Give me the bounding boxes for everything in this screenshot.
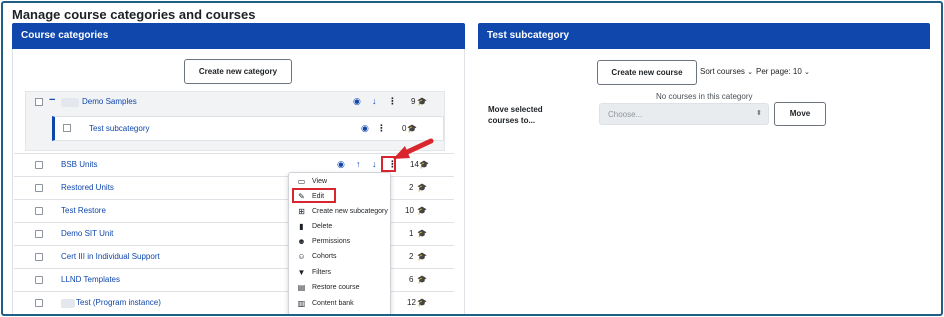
menu-item-content-bank[interactable]: ▥ Content bank (289, 297, 392, 312)
category-checkbox[interactable] (35, 161, 43, 169)
empty-courses-message: No courses in this category (656, 92, 753, 101)
edit-highlight-box (292, 188, 336, 203)
graduation-cap-icon: 🎓 (417, 229, 427, 238)
menu-item-label: Content bank (312, 300, 354, 307)
move-label-line: courses to... (488, 116, 536, 125)
move-button[interactable]: Move (774, 102, 826, 126)
menu-item-cohorts[interactable]: ☺ Cohorts (289, 250, 392, 265)
category-checkbox[interactable] (35, 184, 43, 192)
menu-item-label: Delete (312, 223, 333, 230)
menu-item-label: Create new subcategory (312, 208, 388, 215)
course-count: 1 (409, 229, 414, 238)
category-checkbox[interactable] (35, 276, 43, 284)
move-courses-label: Move selected courses to... (488, 104, 543, 126)
create-new-course-button[interactable]: Create new course (597, 60, 697, 85)
graduation-cap-icon: 🎓 (417, 252, 427, 261)
course-count: 6 (409, 275, 414, 284)
create-new-category-button[interactable]: Create new category (184, 59, 292, 84)
course-count: 9 (411, 97, 416, 106)
graduation-cap-icon: 🎓 (417, 183, 427, 192)
menu-item-filters[interactable]: ▼ Filters (289, 266, 392, 281)
category-checkbox[interactable] (35, 230, 43, 238)
category-checkbox[interactable] (35, 207, 43, 215)
sitemap-icon: ⊞ (298, 207, 305, 216)
course-categories-header: Course categories (12, 23, 465, 49)
sort-courses-dropdown[interactable]: Sort courses ⌄ (700, 67, 753, 76)
menu-item-label: Filters (312, 269, 332, 276)
kebab-menu-icon[interactable]: ⋮ (377, 123, 386, 134)
category-row-test-subcategory[interactable]: Test subcategory ◉ ⋮ 0 🎓 (52, 116, 444, 141)
category-checkbox[interactable] (63, 124, 71, 132)
category-row-demo-samples[interactable]: − Demo Samples ◉ ↓ ⋮ 9 🎓 (25, 91, 445, 114)
sort-courses-label: Sort courses (700, 67, 745, 76)
trash-icon: ▮ (299, 222, 304, 231)
graduation-cap-icon: 🎓 (417, 275, 427, 284)
per-page-dropdown[interactable]: Per page: 10 ⌄ (756, 67, 810, 76)
category-name[interactable]: Test subcategory (89, 124, 149, 133)
graduation-cap-icon: 🎓 (417, 97, 427, 106)
chevron-updown-icon: ⬍ (756, 110, 762, 117)
menu-item-permissions[interactable]: ☻ Permissions (289, 235, 392, 250)
course-count: 2 (409, 252, 414, 261)
menu-item-label: View (312, 178, 328, 185)
menu-item-create-subcategory[interactable]: ⊞ Create new subcategory (289, 205, 392, 220)
menu-item-label: Restore course (312, 284, 360, 291)
test-subcategory-header: Test subcategory (478, 23, 930, 49)
server-icon: ▥ (297, 299, 306, 308)
chevron-down-icon: ⌄ (747, 69, 754, 76)
menu-item-delete[interactable]: ▮ Delete (289, 220, 392, 235)
move-label-line: Move selected (488, 105, 543, 114)
eye-icon[interactable]: ◉ (353, 96, 361, 107)
arrow-up-icon[interactable]: ↑ (356, 159, 361, 169)
filter-icon: ▼ (297, 268, 306, 277)
graduation-cap-icon: 🎓 (417, 206, 427, 215)
category-name[interactable]: Test (Program instance) (76, 298, 161, 307)
category-name[interactable]: Test Restore (61, 206, 106, 215)
move-destination-select[interactable]: Choose... ⬍ (599, 103, 769, 125)
course-count: 0 (402, 124, 407, 133)
category-checkbox[interactable] (35, 98, 43, 106)
archive-icon: ▤ (297, 283, 306, 292)
redacted-text (61, 299, 75, 308)
kebab-menu-icon[interactable]: ⋮ (388, 96, 397, 107)
users-icon: ☺ (297, 252, 306, 261)
category-checkbox[interactable] (35, 299, 43, 307)
menu-item-label: Cohorts (312, 253, 337, 260)
arrow-down-icon[interactable]: ↓ (372, 96, 377, 106)
redacted-text (61, 98, 79, 107)
graduation-cap-icon: 🎓 (407, 124, 417, 133)
chevron-down-icon: ⌄ (804, 69, 810, 76)
category-name[interactable]: Demo SIT Unit (61, 229, 113, 238)
per-page-label: Per page: 10 (756, 67, 802, 76)
category-name[interactable]: Demo Samples (82, 97, 137, 106)
category-checkbox[interactable] (35, 253, 43, 261)
course-count: 12 (407, 298, 416, 307)
select-value: Choose... (608, 110, 643, 119)
menu-item-label: Permissions (312, 238, 351, 245)
category-name[interactable]: LLND Templates (61, 275, 120, 284)
arrow-down-icon[interactable]: ↓ (372, 159, 377, 169)
users-cog-icon: ☻ (297, 237, 306, 246)
category-name[interactable]: Cert III in Individual Support (61, 252, 160, 261)
category-name[interactable]: BSB Units (61, 160, 97, 169)
red-arrow-annotation (393, 138, 434, 159)
window-frame: Manage course categories and courses Cou… (1, 1, 943, 316)
eye-icon[interactable]: ◉ (337, 159, 345, 170)
category-name[interactable]: Restored Units (61, 183, 114, 192)
collapse-icon[interactable]: − (49, 94, 55, 106)
window-icon: ▭ (297, 177, 306, 186)
eye-icon[interactable]: ◉ (361, 123, 369, 134)
graduation-cap-icon: 🎓 (417, 298, 427, 307)
menu-item-restore-course[interactable]: ▤ Restore course (289, 281, 392, 296)
course-count: 2 (409, 183, 414, 192)
page-title: Manage course categories and courses (12, 7, 256, 22)
course-count: 10 (405, 206, 414, 215)
